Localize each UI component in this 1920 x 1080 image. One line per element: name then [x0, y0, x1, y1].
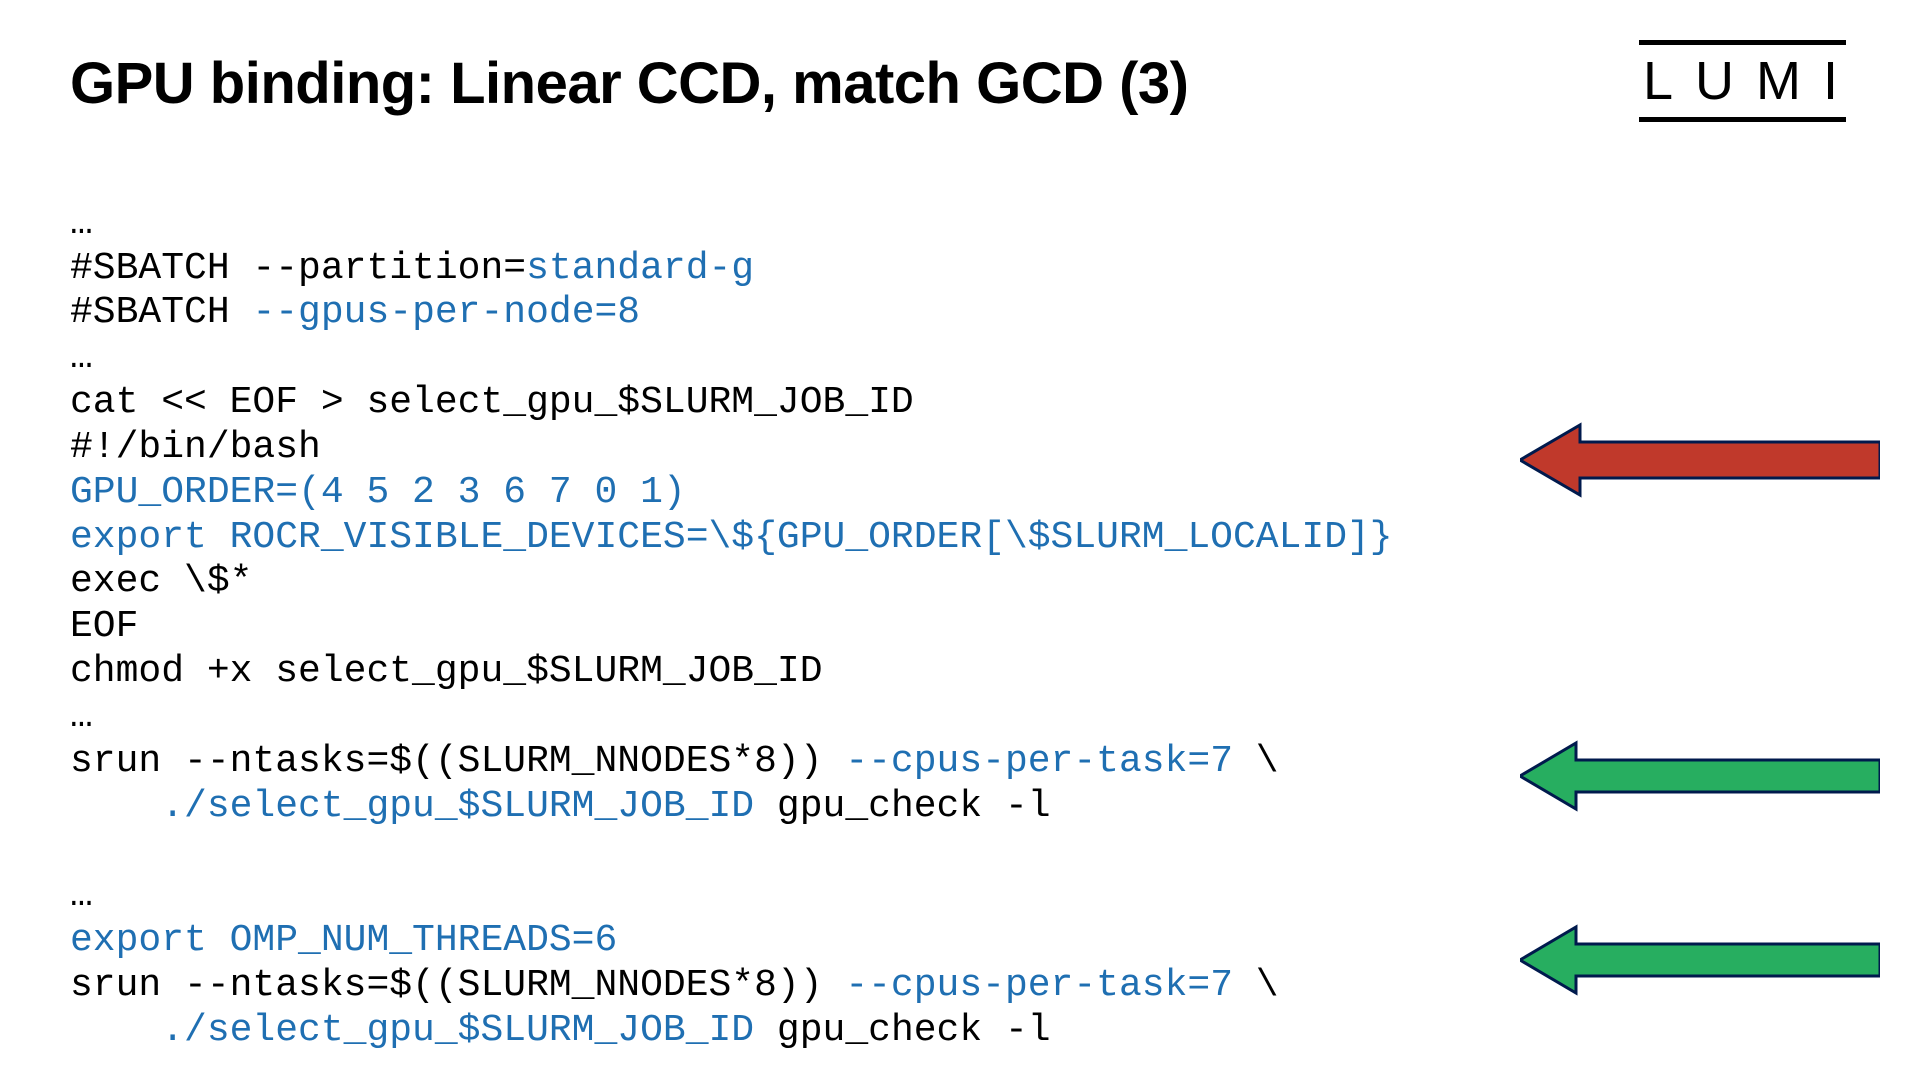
code-block: … #SBATCH --partition=standard-g #SBATCH… [70, 157, 1850, 1054]
arrow-shape [1520, 927, 1880, 993]
code-line: ./select_gpu_$SLURM_JOB_ID gpu_check -l [70, 785, 1051, 828]
code-line: exec \$* [70, 560, 252, 603]
code-line: #!/bin/bash [70, 426, 321, 469]
code-line: … [70, 336, 93, 379]
code-line: GPU_ORDER=(4 5 2 3 6 7 0 1) [70, 471, 686, 514]
code-line: chmod +x select_gpu_$SLURM_JOB_ID [70, 650, 823, 693]
code-line: EOF [70, 605, 138, 648]
lumi-logo: LUMI [1643, 50, 1860, 112]
code-line: export ROCR_VISIBLE_DEVICES=\${GPU_ORDER… [70, 516, 1393, 559]
arrow-shape [1520, 425, 1880, 495]
code-line: ./select_gpu_$SLURM_JOB_ID gpu_check -l [70, 1009, 1051, 1052]
code-line: … [70, 874, 93, 917]
arrow-shape [1520, 743, 1880, 809]
arrow-green-icon [1520, 922, 1880, 982]
arrow-red-icon [1520, 420, 1880, 480]
code-line: srun --ntasks=$((SLURM_NNODES*8)) --cpus… [70, 740, 1279, 783]
slide: LUMI GPU binding: Linear CCD, match GCD … [0, 0, 1920, 1080]
code-line: … [70, 695, 93, 738]
code-line: #SBATCH --gpus-per-node=8 [70, 291, 640, 334]
code-line: … [70, 202, 93, 245]
code-line: srun --ntasks=$((SLURM_NNODES*8)) --cpus… [70, 964, 1279, 1007]
code-line: cat << EOF > select_gpu_$SLURM_JOB_ID [70, 381, 914, 424]
code-line: #SBATCH --partition=standard-g [70, 247, 754, 290]
slide-title: GPU binding: Linear CCD, match GCD (3) [70, 50, 1850, 117]
code-line: export OMP_NUM_THREADS=6 [70, 919, 617, 962]
arrow-green-icon [1520, 738, 1880, 798]
